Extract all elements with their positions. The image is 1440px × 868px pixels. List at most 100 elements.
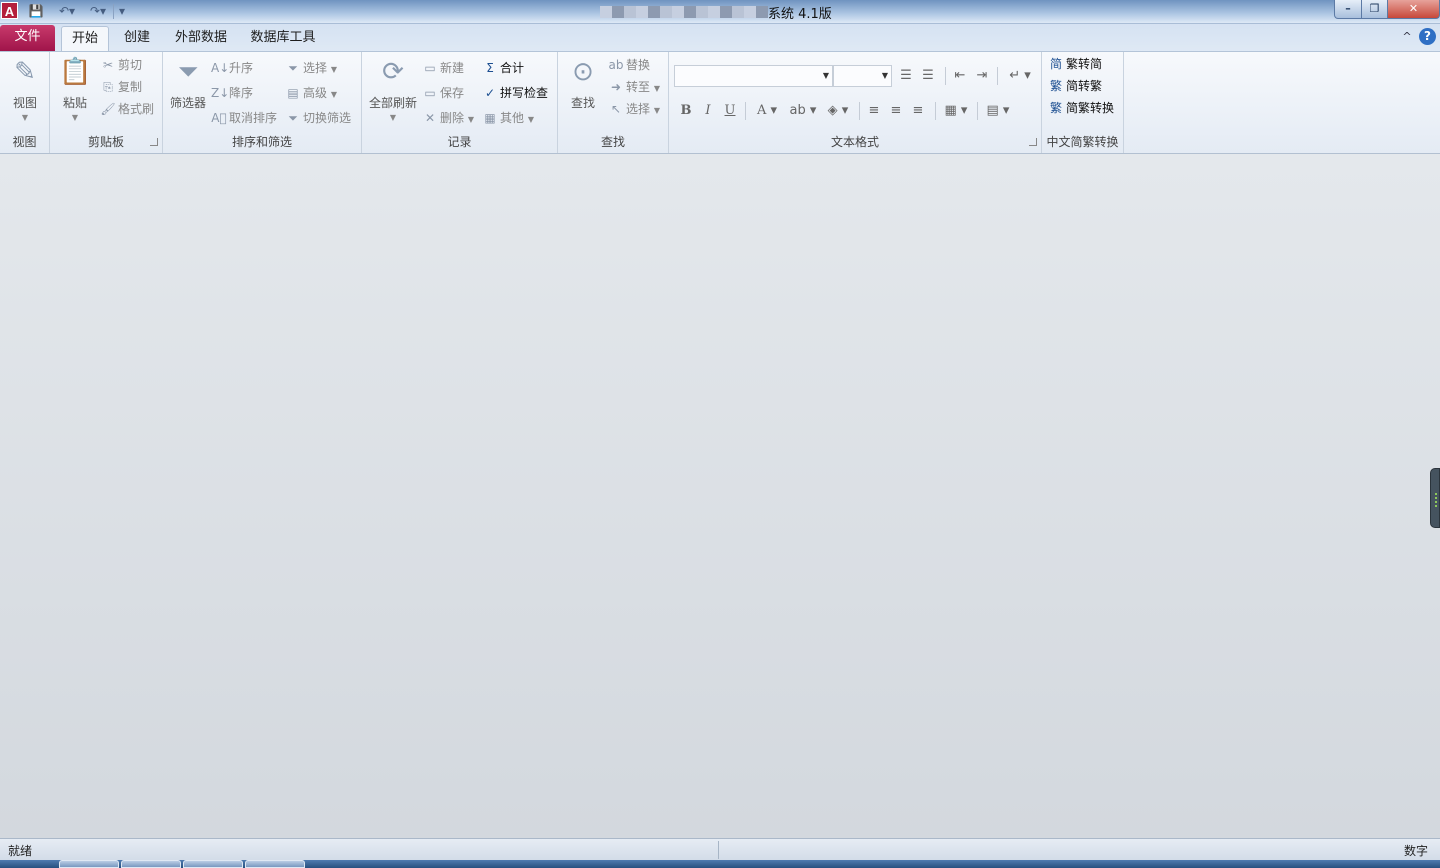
trad-to-simp-button[interactable]: 简繁转简 xyxy=(1048,54,1102,74)
fill-color-icon[interactable]: ◈ ▾ xyxy=(823,101,853,121)
clipboard-dialog-launcher[interactable] xyxy=(150,138,158,146)
goto-label: 转至 xyxy=(626,80,651,94)
filter-button[interactable]: ⏷ 筛选器 xyxy=(169,56,207,111)
toggle-filter-icon: ⏷ xyxy=(288,111,298,125)
numbered-list-icon[interactable]: ☰ xyxy=(919,66,937,86)
group-label-chinese-conversion: 中文简繁转换 xyxy=(1046,135,1119,149)
group-label-view: 视图 xyxy=(12,135,37,149)
view-button[interactable]: ✎ 视图 ▼ xyxy=(9,56,41,122)
format-painter-button[interactable]: 🖌 格式刷 xyxy=(100,99,154,119)
text-format-dialog-launcher[interactable] xyxy=(1029,138,1037,146)
simp-to-trad-label: 简转繁 xyxy=(1066,79,1103,93)
find-button[interactable]: ⊙ 查找 xyxy=(566,56,600,111)
separator xyxy=(945,67,946,85)
document-workspace xyxy=(0,154,1440,838)
font-name-dropdown[interactable]: ▼ xyxy=(674,65,833,87)
align-right-icon[interactable]: ≡ xyxy=(909,101,927,121)
copy-button[interactable]: ⎘ 复制 xyxy=(100,77,142,97)
increase-indent-icon[interactable]: ⇥ xyxy=(973,66,991,86)
funnel-icon: ⏷ xyxy=(177,57,199,87)
tab-home[interactable]: 开始 xyxy=(61,26,109,53)
bold-button[interactable]: B xyxy=(677,101,695,121)
replace-label: 替换 xyxy=(626,58,651,72)
advanced-label: 高级 xyxy=(303,86,328,100)
totals-button[interactable]: Σ 合计 xyxy=(482,58,524,78)
copy-icon: ⎘ xyxy=(103,80,113,94)
refresh-all-button[interactable]: ⟳ 全部刷新 ▼ xyxy=(368,56,418,122)
spell-check-icon: ✓ xyxy=(484,86,496,100)
more-button[interactable]: ▦ 其他 ▼ xyxy=(482,108,534,128)
restore-button[interactable]: ❐ xyxy=(1361,0,1388,19)
group-label-find: 查找 xyxy=(600,135,625,149)
clipboard-icon: 📋 xyxy=(59,57,92,87)
underline-button[interactable]: U xyxy=(721,101,739,121)
group-sort-filter: ⏷ 筛选器 A↓升序 Z↓降序 A⃠ 取消排序 ⏷ 选择 ▼ ▤ 高级 ▼ ⏷ 切换筛选… xyxy=(163,52,362,153)
undo-icon[interactable]: ↶▾ xyxy=(52,2,82,20)
highlight-icon[interactable]: ab ▾ xyxy=(787,101,819,121)
text-direction-icon[interactable]: ↵ ▾ xyxy=(1003,66,1037,86)
close-button[interactable]: ✕ xyxy=(1387,0,1440,19)
customize-qat-icon[interactable]: ▾ xyxy=(116,2,128,20)
filter-label: 筛选器 xyxy=(169,96,206,110)
selection-label: 选择 xyxy=(303,61,328,75)
save-record-button[interactable]: ▭ 保存 xyxy=(422,83,464,103)
tab-create[interactable]: 创建 xyxy=(115,26,159,52)
refresh-all-label: 全部刷新 xyxy=(368,96,417,110)
replace-button[interactable]: ab 替换 xyxy=(608,55,651,75)
delete-label: 删除 xyxy=(440,111,465,125)
sort-descending-icon: Z↓ xyxy=(211,86,230,100)
toggle-filter-button[interactable]: ⏷ 切换筛选 xyxy=(285,108,351,128)
format-painter-label: 格式刷 xyxy=(118,102,155,116)
separator xyxy=(977,102,978,120)
font-size-dropdown[interactable]: ▼ xyxy=(833,65,892,87)
collapse-ribbon-icon[interactable]: ^ xyxy=(1400,30,1414,44)
decrease-indent-icon[interactable]: ⇤ xyxy=(951,66,969,86)
delete-record-button[interactable]: ✕ 删除 ▼ xyxy=(422,108,474,128)
simp-to-trad-icon: 繁 xyxy=(1049,79,1062,93)
new-record-button[interactable]: ▭ 新建 xyxy=(422,58,464,78)
selection-filter-icon: ⏷ xyxy=(288,61,298,75)
redo-icon[interactable]: ↷▾ xyxy=(84,2,112,20)
bullet-list-icon[interactable]: ☰ xyxy=(897,66,915,86)
convert-button[interactable]: 繁简繁转换 xyxy=(1048,98,1114,118)
scissors-icon: ✂ xyxy=(102,58,114,72)
help-icon[interactable]: ? xyxy=(1419,28,1436,45)
sort-ascending-button[interactable]: A↓升序 xyxy=(211,58,253,78)
taskbar-item[interactable] xyxy=(183,860,243,868)
cut-button[interactable]: ✂ 剪切 xyxy=(100,55,142,75)
select-button[interactable]: ↖ 选择 ▼ xyxy=(608,99,660,119)
advanced-filter-button[interactable]: ▤ 高级 ▼ xyxy=(285,83,337,103)
totals-label: 合计 xyxy=(500,61,525,75)
goto-button[interactable]: ➜ 转至 ▼ xyxy=(608,77,660,97)
taskbar-item[interactable] xyxy=(59,860,119,868)
tab-database-tools[interactable]: 数据库工具 xyxy=(245,26,321,52)
italic-button[interactable]: I xyxy=(699,101,717,121)
group-clipboard: 📋 粘贴 ▼ ✂ 剪切 ⎘ 复制 🖌 格式刷 剪贴板 xyxy=(50,52,163,153)
gridlines-icon[interactable]: ▦ ▾ xyxy=(941,101,971,121)
paste-button[interactable]: 📋 粘贴 ▼ xyxy=(59,56,91,122)
selection-filter-button[interactable]: ⏷ 选择 ▼ xyxy=(285,58,337,78)
qat-separator xyxy=(113,4,114,19)
taskbar-item[interactable] xyxy=(245,860,305,868)
alternate-row-color-icon[interactable]: ▤ ▾ xyxy=(983,101,1013,121)
side-panel-handle[interactable] xyxy=(1430,468,1440,528)
tab-file[interactable]: 文件 xyxy=(0,25,55,51)
chevron-down-icon: ▼ xyxy=(21,113,29,122)
paste-label: 粘贴 xyxy=(62,96,87,110)
align-left-icon[interactable]: ≡ xyxy=(865,101,883,121)
tab-external-data[interactable]: 外部数据 xyxy=(169,26,233,52)
minimize-button[interactable]: – xyxy=(1334,0,1362,19)
simp-to-trad-button[interactable]: 繁简转繁 xyxy=(1048,76,1102,96)
align-center-icon[interactable]: ≡ xyxy=(887,101,905,121)
spelling-button[interactable]: ✓ 拼写检查 xyxy=(482,83,548,103)
font-color-icon[interactable]: A ▾ xyxy=(753,101,781,121)
access-app-icon[interactable]: A xyxy=(1,2,18,19)
remove-sort-button[interactable]: A⃠ 取消排序 xyxy=(211,108,277,128)
taskbar-item[interactable] xyxy=(121,860,181,868)
sort-descending-button[interactable]: Z↓降序 xyxy=(211,83,253,103)
remove-sort-label: 取消排序 xyxy=(229,111,278,125)
save-icon[interactable]: 💾 xyxy=(24,2,48,20)
ribbon: ✎ 视图 ▼ 视图 📋 粘贴 ▼ ✂ 剪切 ⎘ 复制 🖌 格式刷 剪贴板 ⏷ 筛选器 … xyxy=(0,51,1440,154)
table-icon: ▦ xyxy=(484,111,496,125)
convert-label: 简繁转换 xyxy=(1066,101,1115,115)
